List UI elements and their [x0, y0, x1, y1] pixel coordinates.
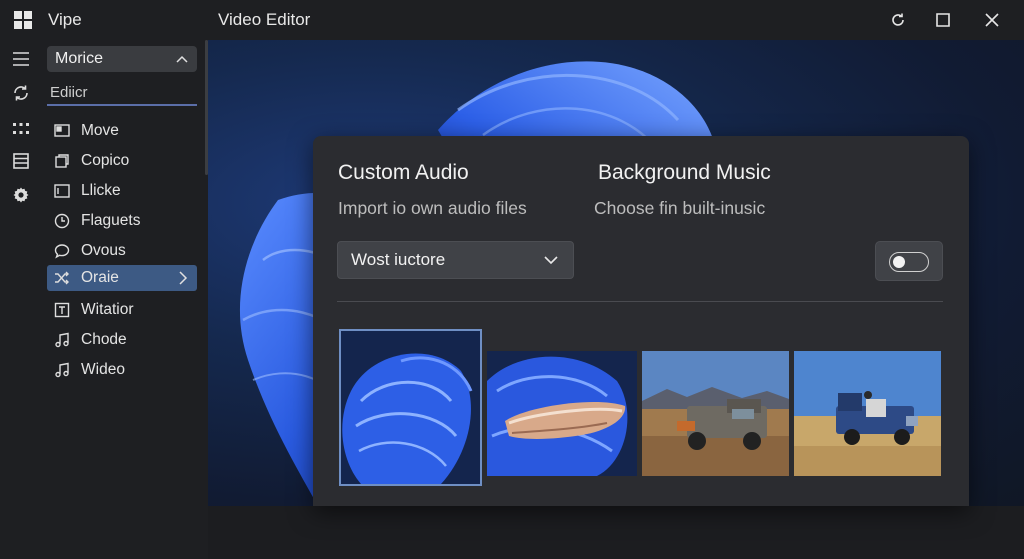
- sidebar-item-witatior[interactable]: Witatior: [47, 297, 197, 323]
- sidebar-item-move[interactable]: Move: [47, 118, 197, 144]
- maximize-icon: [936, 13, 950, 27]
- app-name: Vipe: [48, 10, 82, 29]
- bottom-strip: [208, 506, 1024, 559]
- sidebar-item-label: Chode: [81, 331, 127, 348]
- sidebar-item-label: Move: [81, 122, 119, 139]
- sidebar: Morice Move Copico Llicke Flaguets Ovous…: [42, 40, 208, 559]
- toggle-knob: [893, 255, 905, 268]
- apps-button[interactable]: [10, 118, 32, 140]
- sidebar-item-label: Wideo: [81, 361, 125, 378]
- sidebar-search: [47, 80, 197, 106]
- gear-icon: [13, 187, 29, 203]
- custom-audio-title: Custom Audio: [338, 161, 469, 184]
- windows-logo-icon[interactable]: [14, 11, 32, 29]
- sidebar-item-label: Copico: [81, 152, 130, 169]
- maximize-button[interactable]: [930, 8, 956, 32]
- settings-button[interactable]: [10, 184, 32, 206]
- background-music-subtitle: Choose fin built-inusic: [594, 198, 766, 218]
- list-button[interactable]: [10, 150, 32, 172]
- refresh-icon: [892, 13, 904, 26]
- sidebar-item-label: Ovous: [81, 242, 126, 259]
- sync-button[interactable]: [10, 82, 32, 104]
- sync-icon: [14, 85, 28, 101]
- sidebar-item-wideo[interactable]: Wideo: [47, 357, 197, 383]
- window-title: Video Editor: [218, 10, 311, 29]
- list-icon: [13, 153, 29, 169]
- grid-icon: [13, 123, 29, 134]
- sidebar-item-label: Oraie: [81, 269, 119, 286]
- close-icon: [985, 13, 999, 27]
- sidebar-item-copico[interactable]: Copico: [47, 148, 197, 174]
- copy-icon: [52, 152, 72, 170]
- left-rail: [0, 40, 42, 559]
- section-select[interactable]: Morice: [47, 46, 197, 72]
- sidebar-item-label: Witatior: [81, 301, 134, 318]
- thumbnail-blue-bloom[interactable]: [339, 329, 482, 486]
- thumbnail-desert-jeep[interactable]: [794, 351, 941, 476]
- monitor-icon: [52, 122, 72, 140]
- sidebar-item-ovous[interactable]: Ovous: [47, 238, 197, 264]
- title-bar: Vipe Video Editor: [0, 0, 1024, 40]
- clock-icon: [52, 212, 72, 230]
- bloom-food-image: [487, 351, 637, 476]
- divider: [337, 301, 943, 302]
- chevron-down-icon: [544, 256, 558, 265]
- audio-source-value: Wost iuctore: [351, 250, 446, 269]
- chevron-right-icon: [179, 271, 188, 285]
- music-note-icon: [52, 361, 72, 379]
- menu-button[interactable]: [10, 48, 32, 70]
- thumbnail-desert-truck[interactable]: [642, 351, 789, 476]
- speech-bubble-icon: [52, 242, 72, 260]
- sidebar-item-chode[interactable]: Chode: [47, 327, 197, 353]
- audio-source-dropdown[interactable]: Wost iuctore: [337, 241, 574, 279]
- sidebar-item-label: Llicke: [81, 182, 121, 199]
- desert-truck-image: [642, 351, 789, 476]
- custom-audio-subtitle: Import io own audio files: [338, 198, 527, 218]
- sidebar-item-oraie[interactable]: Oraie: [47, 265, 197, 291]
- thumbnail-bloom-food[interactable]: [487, 351, 637, 476]
- background-music-title: Background Music: [598, 161, 771, 184]
- hamburger-icon: [13, 52, 29, 66]
- sidebar-item-label: Flaguets: [81, 212, 141, 229]
- music-note-icon: [52, 331, 72, 349]
- toggle-switch: [889, 252, 929, 272]
- audio-settings-panel: Custom Audio Import io own audio files B…: [313, 136, 969, 506]
- sidebar-item-flaguets[interactable]: Flaguets: [47, 208, 197, 234]
- background-music-toggle[interactable]: [875, 241, 943, 281]
- search-input[interactable]: [50, 83, 190, 101]
- text-frame-icon: [52, 301, 72, 319]
- frame-icon: [52, 182, 72, 200]
- section-select-value: Morice: [55, 50, 104, 67]
- blue-bloom-image: [341, 331, 480, 484]
- shuffle-icon: [52, 269, 72, 287]
- desert-jeep-image: [794, 351, 941, 476]
- sidebar-item-llicke[interactable]: Llicke: [47, 178, 197, 204]
- close-button[interactable]: [979, 8, 1005, 32]
- refresh-button[interactable]: [885, 8, 911, 32]
- chevron-up-icon: [176, 55, 188, 63]
